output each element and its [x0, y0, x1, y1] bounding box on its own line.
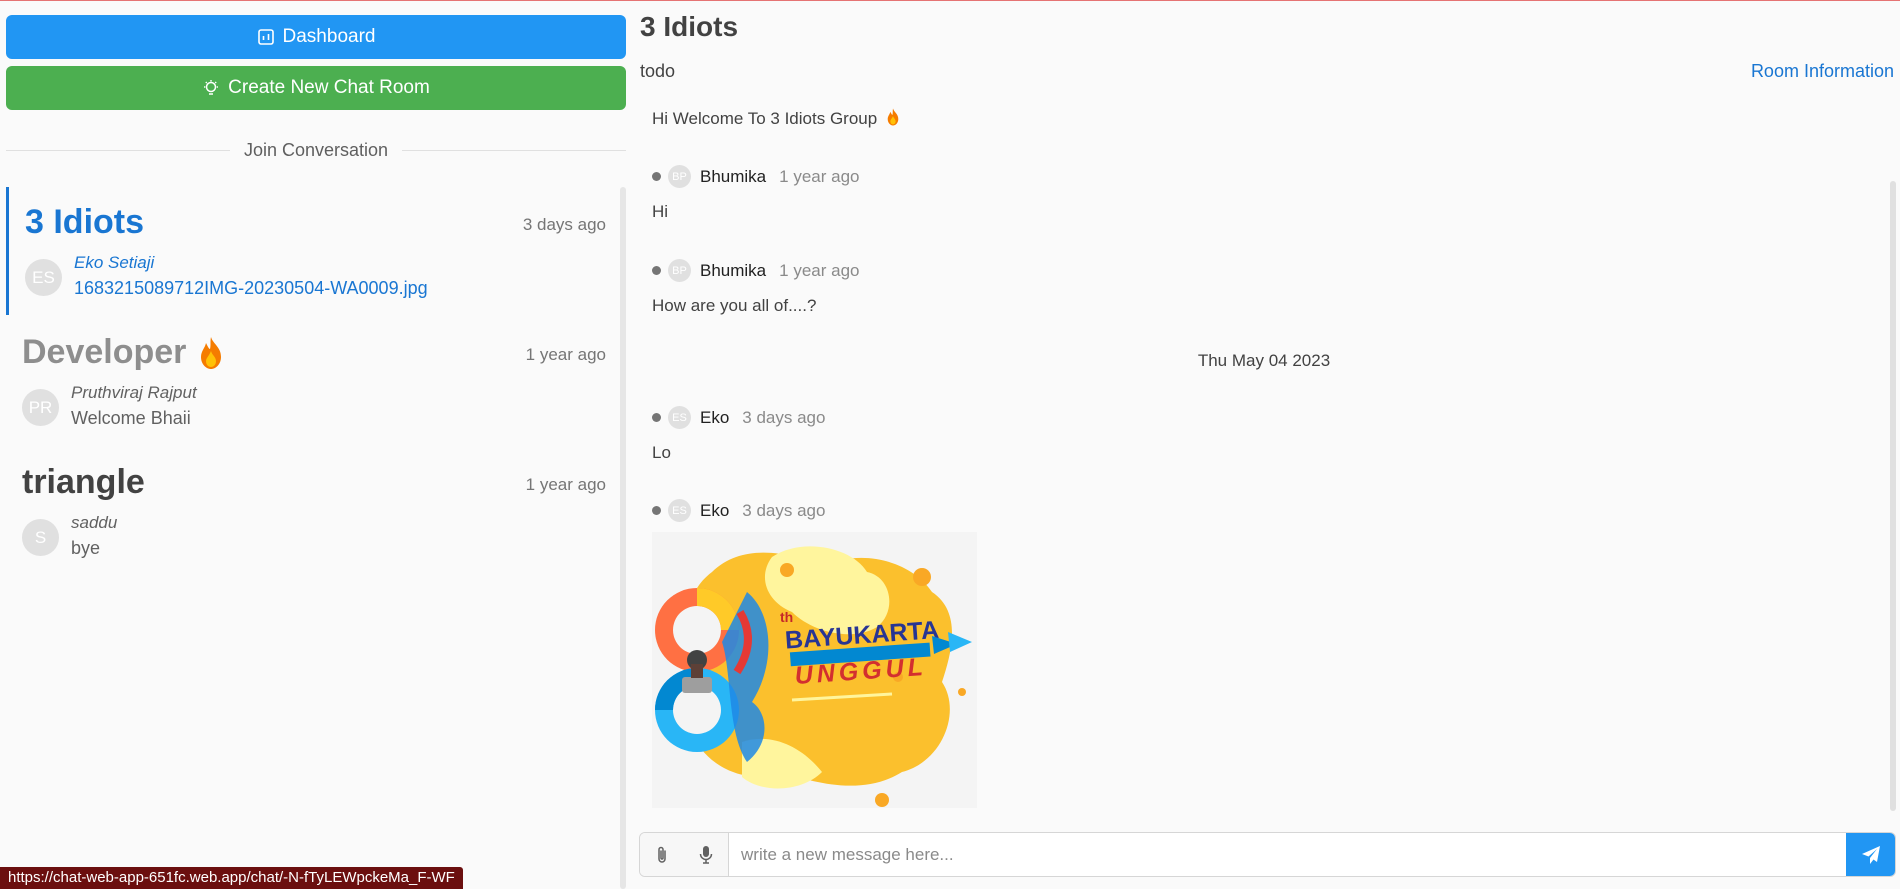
message-header: ES Eko 3 days ago: [652, 499, 825, 522]
dashboard-label: Dashboard: [282, 26, 376, 47]
avatar: ES: [668, 499, 691, 522]
fire-icon: [201, 336, 222, 369]
join-conversation-label: Join Conversation: [243, 139, 389, 160]
room-item-developer[interactable]: Developer 1 year ago PR Pruthviraj Rajpu…: [6, 317, 620, 445]
message-text: How are you all of....?: [652, 296, 817, 315]
chat-panel: 3 Idiots todo Room Information Hi Welcom…: [632, 1, 1900, 889]
message-text: Lo: [652, 443, 671, 462]
room-title: Developer: [22, 333, 187, 371]
voice-record-button[interactable]: [684, 833, 729, 876]
status-dot: [652, 506, 661, 515]
sidebar: Dashboard Create New Chat Room Join Conv…: [0, 1, 632, 889]
message-author: Bhumika: [700, 166, 767, 186]
message-time: 1 year ago: [779, 260, 860, 280]
microphone-icon: [699, 845, 713, 864]
message-author: Bhumika: [700, 260, 767, 280]
create-chat-room-button[interactable]: Create New Chat Room: [6, 66, 626, 110]
room-time: 3 days ago: [522, 215, 606, 234]
welcome-text: Hi Welcome To 3 Idiots Group: [652, 109, 878, 128]
status-dot: [652, 266, 661, 275]
status-bar-url: https://chat-web-app-651fc.web.app/chat/…: [0, 867, 463, 889]
room-item-3-idiots[interactable]: 3 Idiots 3 days ago ES Eko Setiaji 16832…: [6, 187, 620, 315]
message-list: Hi Welcome To 3 Idiots Group BP Bhumika …: [640, 96, 1888, 811]
room-title: 3 Idiots: [25, 203, 145, 241]
room-last-sender: Eko Setiaji: [74, 253, 155, 272]
room-last-sender: saddu: [71, 513, 118, 532]
message-composer: [639, 832, 1896, 877]
avatar: S: [22, 519, 59, 556]
join-conversation-divider: Join Conversation: [6, 139, 626, 161]
send-icon: [1861, 845, 1880, 864]
avatar: PR: [22, 389, 59, 426]
room-time: 1 year ago: [525, 345, 606, 364]
bayukarta-anniversary-image: th BAYUKARTA UNGGUL: [652, 532, 977, 808]
room-last-message: 1683215089712IMG-20230504-WA0009.jpg: [74, 278, 428, 298]
welcome-message: Hi Welcome To 3 Idiots Group: [652, 108, 900, 129]
message-input[interactable]: [729, 833, 1839, 876]
room-list: 3 Idiots 3 days ago ES Eko Setiaji 16832…: [6, 187, 620, 889]
room-last-message: Welcome Bhaii: [71, 408, 191, 428]
attach-button[interactable]: [640, 833, 684, 876]
fire-icon: [887, 108, 899, 126]
message-time: 3 days ago: [742, 407, 826, 427]
message-time: 1 year ago: [779, 166, 860, 186]
message-author: Eko: [700, 407, 730, 427]
paperclip-icon: [658, 846, 666, 863]
message-image-attachment[interactable]: th BAYUKARTA UNGGUL: [652, 532, 977, 808]
room-information-link[interactable]: Room Information: [1751, 61, 1894, 82]
room-time: 1 year ago: [525, 475, 606, 494]
room-last-message: bye: [71, 538, 101, 558]
room-title: triangle: [22, 463, 145, 501]
date-separator: Thu May 04 2023: [1197, 351, 1331, 370]
lightbulb-icon: [204, 80, 219, 95]
avatar: ES: [668, 406, 691, 429]
send-button[interactable]: [1846, 833, 1895, 876]
status-dot: [652, 172, 661, 181]
avatar: ES: [25, 259, 62, 296]
message-list-scrollbar[interactable]: [1890, 181, 1896, 811]
room-title-row: Developer: [22, 333, 224, 372]
room-last-sender: Pruthviraj Rajput: [71, 383, 197, 402]
message-time: 3 days ago: [742, 500, 826, 520]
dashboard-button[interactable]: Dashboard: [6, 15, 626, 59]
image-ordinal: th: [780, 609, 793, 625]
create-room-label: Create New Chat Room: [228, 77, 430, 98]
room-item-triangle[interactable]: triangle 1 year ago S saddu bye: [6, 447, 620, 575]
avatar: BP: [668, 165, 691, 188]
status-dot: [652, 413, 661, 422]
message-text: Hi: [652, 202, 669, 221]
dashboard-icon: [257, 29, 274, 45]
room-list-scrollbar[interactable]: [620, 187, 626, 889]
avatar: BP: [668, 259, 691, 282]
message-header: BP Bhumika 1 year ago: [652, 165, 859, 188]
chat-room-title: 3 Idiots: [640, 11, 739, 42]
chat-room-subtitle: todo: [640, 61, 676, 81]
message-author: Eko: [700, 500, 730, 520]
message-header: BP Bhumika 1 year ago: [652, 259, 859, 282]
message-header: ES Eko 3 days ago: [652, 406, 825, 429]
